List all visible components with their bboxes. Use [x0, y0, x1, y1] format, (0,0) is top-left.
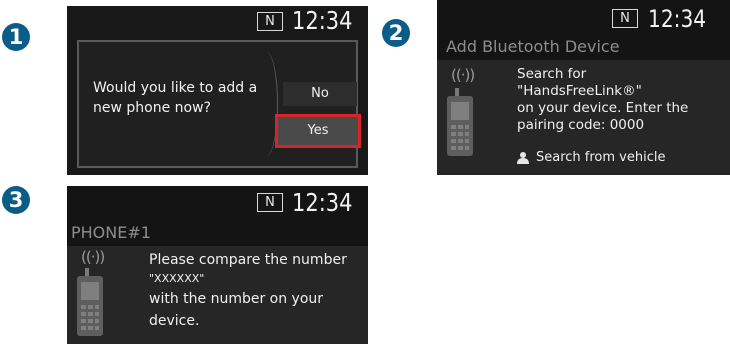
- content-panel: ((·)) Search for "HandsFreeLink®" on you…: [437, 60, 730, 175]
- bluetooth-signal-waves-icon: ((·)): [81, 248, 105, 266]
- clock: 12:34: [292, 6, 353, 35]
- content-panel: ((·)) Please compare the number "XXXXXX"…: [67, 246, 368, 344]
- screen-title: PHONE#1: [71, 223, 151, 242]
- confirm-dialog: Would you like to add a new phone now? N…: [77, 40, 361, 168]
- mobile-phone-icon: [447, 88, 473, 156]
- screen-add-phone-prompt: N 12:34 Would you like to add a new phon…: [67, 6, 368, 175]
- screen-title: Add Bluetooth Device: [446, 37, 620, 56]
- clock: 12:34: [292, 188, 353, 217]
- bluetooth-signal-waves-icon: ((·)): [451, 66, 475, 84]
- instruction-line-3: on your device. Enter the: [517, 100, 689, 116]
- dialog-prompt: Would you like to add a new phone now?: [93, 80, 258, 116]
- no-button[interactable]: No: [283, 82, 357, 106]
- message-line-4: device.: [149, 313, 200, 329]
- search-from-vehicle-label: Search from vehicle: [536, 150, 666, 165]
- gear-indicator: N: [612, 9, 638, 28]
- gear-indicator: N: [257, 193, 283, 212]
- mobile-phone-icon: [77, 268, 103, 336]
- instruction-line-2: "HandsFreeLink®": [517, 83, 642, 99]
- yes-button[interactable]: Yes: [275, 114, 361, 148]
- screen-phone-pairing-compare: N 12:34 PHONE#1 ((·)) Please compare the…: [67, 186, 368, 344]
- message-line-1: Please compare the number: [149, 252, 347, 268]
- screen-add-bluetooth-device: N 12:34 Add Bluetooth Device ((·)) Searc…: [437, 0, 730, 175]
- clock: 12:34: [648, 5, 707, 33]
- message-line-3: with the number on your: [149, 291, 324, 307]
- message-line-2: "XXXXXX": [149, 272, 205, 285]
- person-search-icon: [517, 152, 529, 164]
- instruction-line-1: Search for: [517, 66, 587, 82]
- gear-indicator: N: [257, 12, 283, 31]
- step-1-badge: 1: [2, 23, 30, 51]
- instruction-line-4: pairing code: 0000: [517, 117, 645, 133]
- step-3-badge: 3: [2, 186, 30, 214]
- step-2-badge: 2: [382, 19, 410, 47]
